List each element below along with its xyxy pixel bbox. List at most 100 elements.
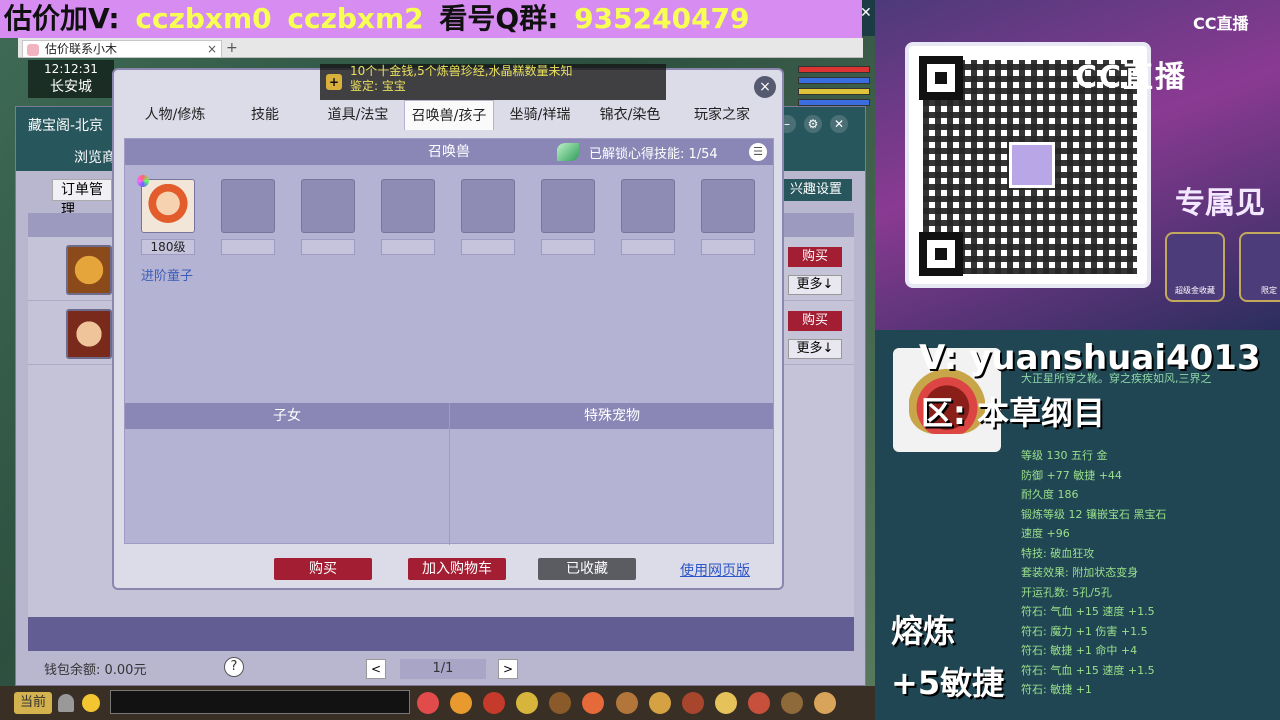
order-management-button[interactable]: 订单管理 [52, 179, 112, 218]
skill-icon[interactable] [714, 692, 737, 714]
exp-bar [798, 99, 870, 106]
stat-line: 套装效果: 附加状态变身 [1021, 566, 1139, 579]
smelt-label: 熔炼 [891, 612, 956, 650]
close-icon[interactable]: ✕ [860, 6, 874, 20]
reward-badge: 超级金收藏 [1165, 232, 1225, 302]
skill-icon[interactable] [582, 692, 605, 714]
qr-avatar [1009, 142, 1055, 188]
pet-name[interactable]: 进阶童子 [141, 265, 193, 284]
skill-icon[interactable] [747, 692, 770, 714]
next-page-button[interactable]: > [498, 659, 518, 679]
tab-pets[interactable]: 召唤兽/孩子 [404, 100, 494, 130]
slot-label-empty [541, 239, 595, 255]
pet-slot-empty[interactable] [381, 179, 435, 233]
pet-slot-empty[interactable] [301, 179, 355, 233]
hp-bar [798, 66, 870, 73]
emoji-icon[interactable] [82, 694, 100, 712]
prev-page-button[interactable]: < [366, 659, 386, 679]
mp-bar [798, 77, 870, 84]
skill-icon[interactable] [648, 692, 671, 714]
more-button[interactable]: 更多↓ [788, 339, 842, 359]
notice-line-2: 鉴定: 宝宝 [350, 79, 406, 93]
leaf-icon [557, 143, 579, 161]
skill-unlock-count: 已解锁心得技能: 1/54 [589, 147, 718, 162]
item-detail-dialog: + 10个十金钱,5个炼兽珍经,水晶糕数量未知 鉴定: 宝宝 × 人物/修炼 技… [112, 64, 784, 590]
dialog-close-icon[interactable]: × [754, 76, 776, 98]
buy-button[interactable]: 购买 [788, 311, 842, 331]
channel-current-button[interactable]: 当前 [14, 692, 52, 714]
banner-text-4: 看号Q群: [439, 2, 559, 35]
dialog-tabs: 人物/修炼 技能 道具/法宝 召唤兽/孩子 坐骑/祥瑞 锦衣/染色 玩家之家 [134, 100, 764, 130]
skill-icon[interactable] [483, 692, 506, 714]
item-info-panel: 大正星所穿之靴。穿之疾疾如风,三界之 V: yuanshuai4013 区: 本… [875, 330, 1280, 720]
skill-icon[interactable] [615, 692, 638, 714]
qr-finder [919, 56, 963, 100]
cc-logo: CC直播 [1193, 14, 1249, 33]
skill-icon[interactable] [549, 692, 572, 714]
browser-tab-bar: 估价联系小木 × + [18, 38, 863, 58]
menu-icon[interactable]: ☰ [749, 143, 767, 161]
window-close-icon[interactable]: ✕ [830, 115, 848, 133]
skill-icon[interactable] [814, 692, 837, 714]
stat-line: 符石: 气血 +15 速度 +1.5 [1021, 605, 1155, 618]
stat-line: 耐久度 186 [1021, 488, 1079, 501]
buy-button[interactable]: 购买 [788, 247, 842, 267]
more-button[interactable]: 更多↓ [788, 275, 842, 295]
pet-slot[interactable] [141, 179, 195, 233]
quick-skill-bar [414, 688, 854, 718]
tab-outfits[interactable]: 锦衣/染色 [590, 100, 670, 130]
contact-overlay: V: yuanshuai4013 [919, 338, 1261, 378]
pet-slot-empty[interactable] [461, 179, 515, 233]
smelt-bonus: +5敏捷 [891, 664, 1005, 702]
anger-bar [798, 88, 870, 95]
skill-icon[interactable] [681, 692, 704, 714]
tab-mounts[interactable]: 坐骑/祥瑞 [500, 100, 580, 130]
browser-tab[interactable]: 估价联系小木 × [22, 40, 222, 58]
help-icon[interactable]: ? [224, 657, 244, 677]
tab-close-icon[interactable]: × [207, 41, 217, 57]
interest-settings-button[interactable]: 兴趣设置 [780, 179, 852, 201]
skill-icon[interactable] [450, 692, 473, 714]
new-tab-icon[interactable]: + [226, 40, 238, 56]
game-taskbar: 当前 [0, 686, 875, 720]
children-header: 子女 [273, 408, 301, 424]
settings-gear-icon[interactable]: ⚙ [804, 115, 822, 133]
promo-panel: CC直播 CC直播 专属见 超级金收藏 限定 [875, 0, 1280, 330]
wallet-balance: 钱包余额: 0.00元 [44, 663, 147, 678]
contact-banner: 估价加V: cczbxm0 cczbxm2 看号Q群: 935240479 [0, 0, 862, 38]
badge-label: 超级金收藏 [1175, 286, 1215, 295]
rainbow-badge-icon [137, 175, 149, 187]
slot-label-empty [221, 239, 275, 255]
pet-slot-empty[interactable] [541, 179, 595, 233]
banner-text-2: cczbxm0 [135, 2, 272, 35]
tab-skills[interactable]: 技能 [230, 100, 300, 130]
favorited-button[interactable]: 已收藏 [538, 558, 636, 580]
banner-text-3: cczbxm2 [287, 2, 424, 35]
tab-character[interactable]: 人物/修炼 [134, 100, 216, 130]
clock-time: 12:12:31 [44, 62, 98, 76]
favicon-icon [27, 44, 39, 56]
pet-slot-empty[interactable] [221, 179, 275, 233]
avatar [66, 245, 112, 295]
slot-label-empty [621, 239, 675, 255]
slot-label-empty [381, 239, 435, 255]
add-to-cart-button[interactable]: 加入购物车 [408, 558, 506, 580]
tab-items[interactable]: 道具/法宝 [318, 100, 398, 130]
pet-slot-empty[interactable] [701, 179, 755, 233]
pet-slot-empty[interactable] [621, 179, 675, 233]
section-divider [449, 403, 450, 545]
slot-label-empty [701, 239, 755, 255]
stat-line: 防御 +77 敏捷 +44 [1021, 468, 1122, 482]
buy-button[interactable]: 购买 [274, 558, 372, 580]
plus-icon[interactable]: + [326, 74, 342, 90]
skill-icon[interactable] [417, 692, 439, 714]
web-version-link[interactable]: 使用网页版 [680, 560, 750, 580]
microphone-icon[interactable] [58, 694, 74, 712]
chat-input[interactable] [110, 690, 410, 714]
skill-icon[interactable] [516, 692, 539, 714]
screen: 估价加V: cczbxm0 cczbxm2 看号Q群: 935240479 ✕ … [0, 0, 1280, 720]
browse-label[interactable]: 浏览商 [74, 147, 116, 167]
tab-home[interactable]: 玩家之家 [680, 100, 764, 130]
skill-icon[interactable] [781, 692, 804, 714]
exclusive-text: 专属见 [1175, 186, 1265, 221]
